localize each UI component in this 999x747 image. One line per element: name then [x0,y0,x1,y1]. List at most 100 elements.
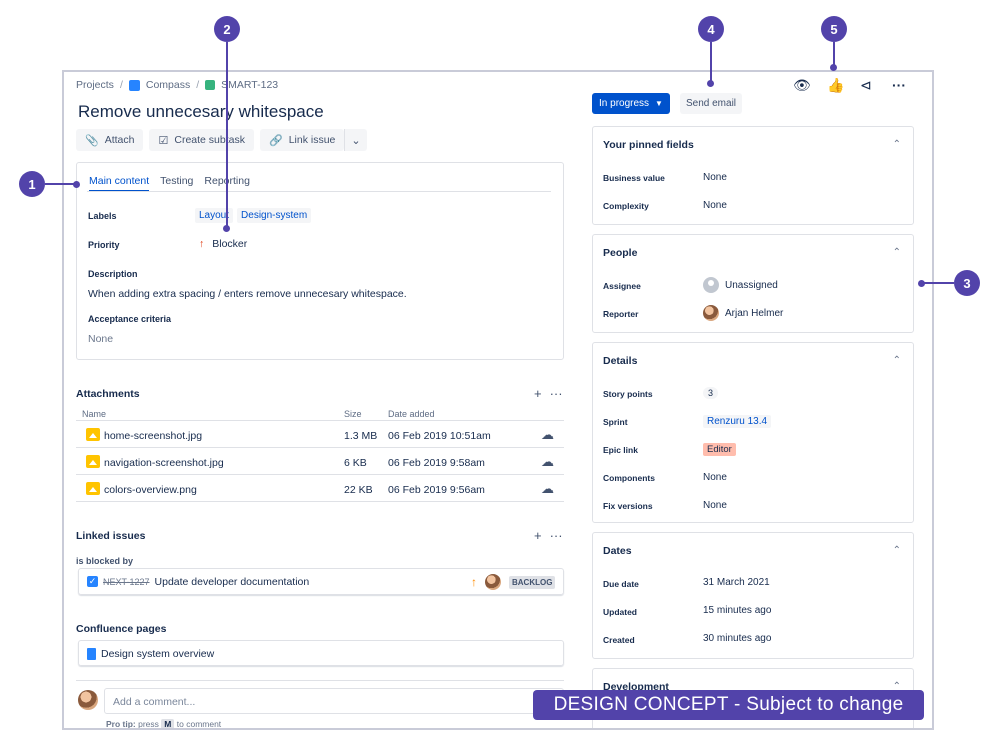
avatar[interactable] [485,574,501,590]
comment-input[interactable]: Add a comment... [104,688,564,714]
chevron-up-icon[interactable]: ⌃ [893,247,901,258]
callout-3-line [922,282,954,284]
priority-text: Blocker [212,238,248,250]
status-button[interactable]: In progress ▼ [592,93,670,114]
story-points-label: Story points [603,389,653,399]
column-name[interactable]: Name [82,409,106,419]
unassigned-avatar-icon [703,277,719,293]
attachment-name[interactable]: colors-overview.png [104,484,197,496]
description-value[interactable]: When adding extra spacing / enters remov… [88,288,407,300]
more-icon[interactable]: ··· [550,528,563,543]
send-email-button[interactable]: Send email [680,93,742,114]
table-row[interactable]: home-screenshot.jpg 1.3 MB 06 Feb 2019 1… [76,422,564,448]
details-panel: Details ⌃ Story points 3 Sprint Renzuru … [592,342,914,523]
attach-button[interactable]: 📎 Attach [76,129,144,151]
acceptance-criteria-label: Acceptance criteria [88,314,172,324]
chevron-up-icon[interactable]: ⌃ [893,139,901,150]
paperclip-icon: 📎 [85,134,99,147]
link-icon: 🔗 [268,134,283,147]
sprint-link[interactable]: Renzuru 13.4 [703,415,772,428]
linked-issues-title: Linked issues [76,530,146,542]
labels-value[interactable]: Layout Design-system [195,208,315,223]
acceptance-criteria-value[interactable]: None [88,333,113,345]
more-icon[interactable]: ··· [892,77,906,93]
details-title: Details [603,355,638,367]
fix-versions-value[interactable]: None [703,500,727,511]
attachments-header-divider [76,420,564,421]
sprint-label: Sprint [603,417,628,427]
share-icon[interactable]: ⊲ [860,77,872,94]
breadcrumb-project[interactable]: Compass [146,79,190,91]
task-checkbox-icon: ✓ [87,576,98,587]
arrow-up-icon: ↑ [199,238,205,250]
dates-panel: Dates ⌃ Due date 31 March 2021 Updated 1… [592,532,914,659]
add-icon[interactable]: + [534,386,542,401]
issue-toolbar: 📎 Attach ☑ Create subtask 🔗 Link issue ⌄ [76,129,367,151]
due-date-value[interactable]: 31 March 2021 [703,577,770,588]
issue-title[interactable]: Remove unnecesary whitespace [78,102,324,122]
epic-link-label: Epic link [603,445,638,455]
download-icon[interactable]: ☁ [541,481,554,497]
table-row[interactable]: navigation-screenshot.jpg 6 KB 06 Feb 20… [76,449,564,475]
confluence-page-card[interactable]: Design system overview [78,640,564,666]
complexity-value[interactable]: None [703,200,727,211]
more-actions-dropdown[interactable]: ⌄ [344,129,367,151]
sprint-value[interactable]: Renzuru 13.4 [703,415,772,428]
linked-issues-actions: + ··· [534,528,563,543]
callout-5-line [833,42,835,66]
callout-5-dot [830,64,837,71]
keyboard-key: M [161,719,175,728]
confluence-page-title[interactable]: Design system overview [101,648,214,660]
breadcrumb-issue-key[interactable]: SMART-123 [221,79,278,91]
breadcrumb-separator: / [119,79,123,91]
create-subtask-button[interactable]: ☑ Create subtask [149,129,254,151]
column-date-added[interactable]: Date added [388,409,435,419]
attachment-size: 6 KB [344,457,367,469]
thumbs-up-icon[interactable]: 👍 [827,77,844,94]
attachment-name[interactable]: navigation-screenshot.jpg [104,457,224,469]
link-issue-button[interactable]: 🔗 Link issue [259,129,345,151]
updated-value: 15 minutes ago [703,605,772,616]
link-relation-label: is blocked by [76,556,134,566]
add-icon[interactable]: + [534,528,542,543]
reporter-name: Arjan Helmer [725,307,784,319]
chevron-up-icon[interactable]: ⌃ [893,545,901,556]
assignee-value[interactable]: Unassigned [703,277,778,293]
label-chip[interactable]: Design-system [237,208,312,223]
more-icon[interactable]: ··· [550,386,563,401]
reporter-value[interactable]: Arjan Helmer [703,305,783,321]
priority-high-icon: ↑ [471,575,477,589]
watch-eye-icon[interactable]: 👁 [793,77,811,94]
column-size[interactable]: Size [344,409,362,419]
confluence-title: Confluence pages [76,623,167,635]
tab-testing[interactable]: Testing [160,175,193,192]
tab-main-content[interactable]: Main content [89,175,150,192]
epic-link-value[interactable]: Editor [703,443,736,456]
pinned-fields-panel: Your pinned fields ⌃ Business value None… [592,126,914,225]
linked-issue-key[interactable]: NEXT-1227 [103,577,150,587]
callout-1: 1 [19,171,45,197]
table-row[interactable]: colors-overview.png 22 KB 06 Feb 2019 9:… [76,476,564,502]
story-points-value[interactable]: 3 [703,387,719,399]
subtask-icon: ☑ [158,134,169,147]
callout-4-line [710,42,712,82]
linked-issue-meta: ↑ BACKLOG [471,574,556,590]
image-icon [86,428,100,441]
download-icon[interactable]: ☁ [541,454,554,470]
epic-lozenge[interactable]: Editor [703,443,736,456]
project-icon [128,79,140,91]
image-icon [86,482,100,495]
components-value[interactable]: None [703,472,727,483]
business-value-value[interactable]: None [703,172,727,183]
attachment-size: 22 KB [344,484,373,496]
linked-issue-summary[interactable]: Update developer documentation [155,576,310,588]
callout-3-dot [918,280,925,287]
attachment-name[interactable]: home-screenshot.jpg [104,430,202,442]
priority-value[interactable]: ↑ Blocker [199,238,247,250]
breadcrumb-projects[interactable]: Projects [76,79,114,91]
reporter-label: Reporter [603,309,639,319]
download-icon[interactable]: ☁ [541,427,554,443]
chevron-up-icon[interactable]: ⌃ [893,355,901,366]
attachment-size: 1.3 MB [344,430,378,442]
linked-issue-card[interactable]: ✓ NEXT-1227 Update developer documentati… [78,568,564,595]
